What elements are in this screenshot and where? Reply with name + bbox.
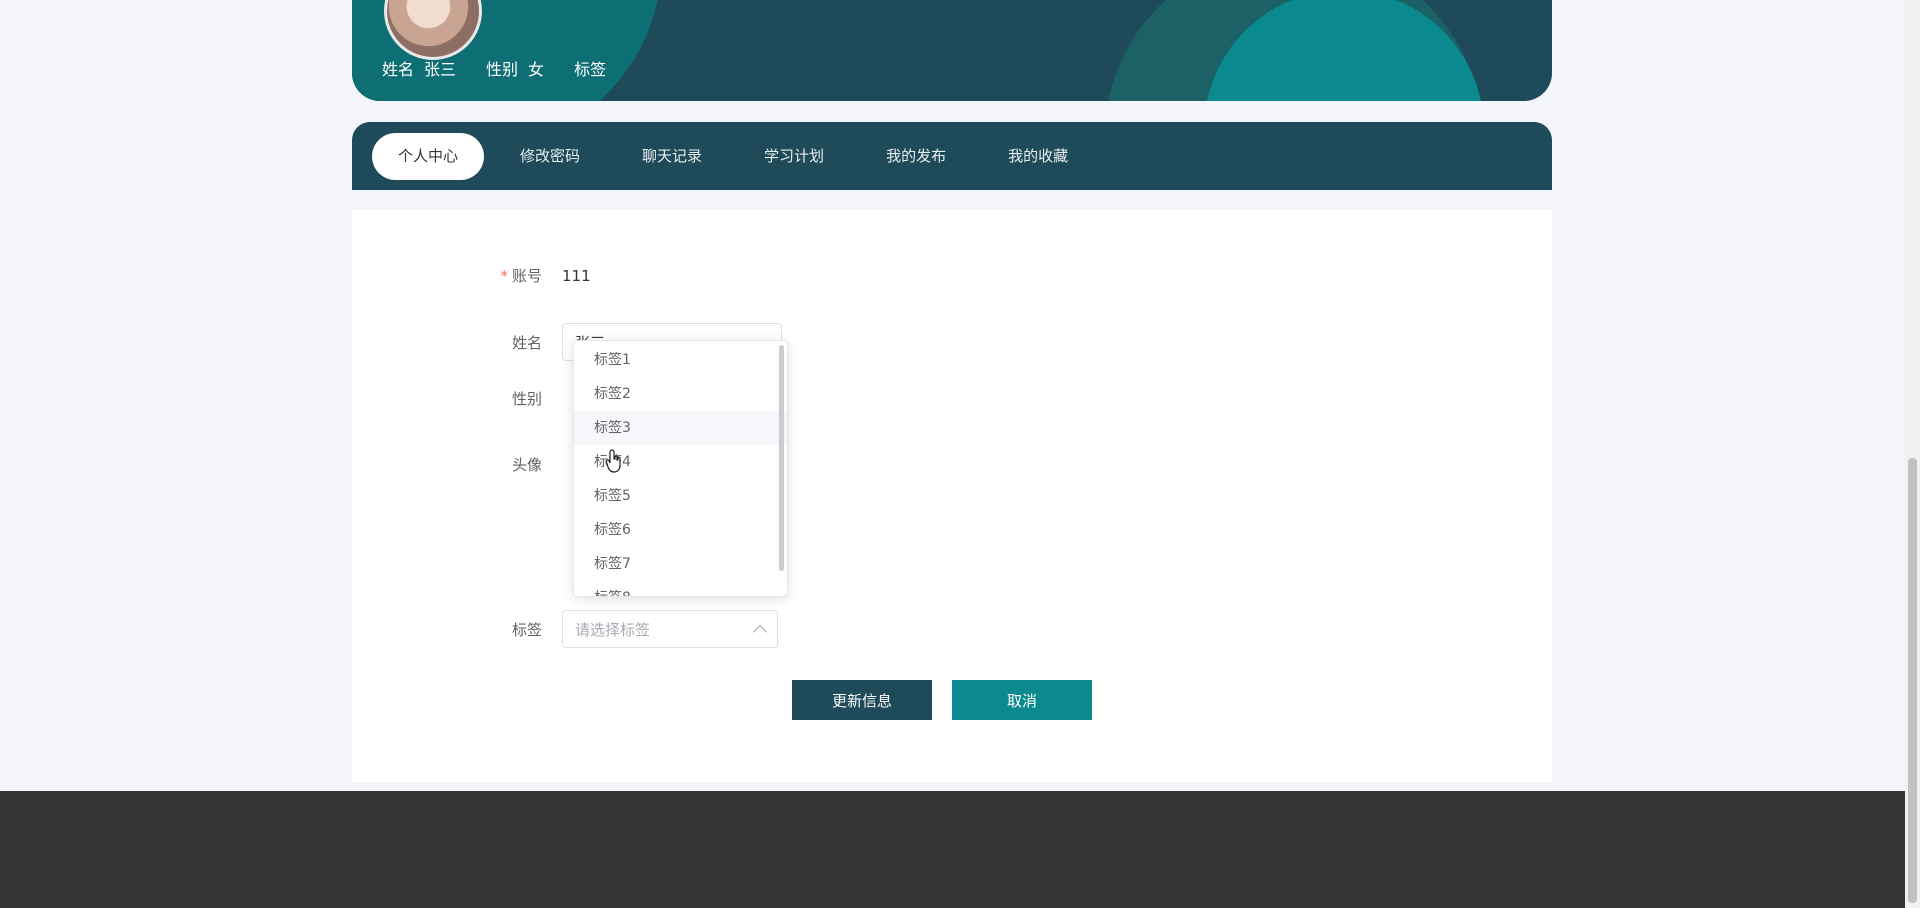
avatar-row: 头像 (352, 454, 562, 475)
page-scrollbar[interactable] (1905, 0, 1920, 908)
dropdown-option[interactable]: 标签2 (574, 377, 787, 411)
profile-name-value: 张三 (424, 60, 457, 79)
form-actions: 更新信息 取消 (792, 680, 1092, 720)
account-label-text: 账号 (511, 267, 542, 285)
profile-info: 姓名 张三 性别女 标签 (382, 56, 606, 80)
tags-select-placeholder: 请选择标签 (575, 620, 651, 639)
dropdown-option[interactable]: 标签1 (574, 343, 787, 377)
tab-chat-history[interactable]: 聊天记录 (616, 133, 728, 180)
tab-personal-center[interactable]: 个人中心 (372, 132, 485, 180)
account-label: * 账号 (352, 265, 562, 286)
tags-row: 标签 请选择标签 (352, 610, 778, 648)
account-value: 111 (562, 266, 591, 285)
dropdown-option[interactable]: 标签8 (574, 581, 787, 596)
tags-label: 标签 (511, 620, 542, 639)
profile-form: *账号 111 姓名 张三 性别 头像 标签 请选择标签 更新信息 取消 (352, 210, 1552, 782)
gender-row: 性别 (352, 388, 562, 409)
hand-cursor-icon (606, 449, 621, 473)
tab-my-posts[interactable]: 我的发布 (860, 133, 972, 180)
profile-gender-label: 性别 (486, 60, 519, 79)
account-row: * 账号 111 (352, 265, 591, 286)
tab-my-favorites[interactable]: 我的收藏 (982, 133, 1094, 180)
required-mark: * (500, 267, 508, 285)
profile-name: 姓名 张三 (382, 56, 456, 80)
tab-change-password[interactable]: 修改密码 (494, 133, 606, 180)
dropdown-option[interactable]: 标签6 (574, 513, 787, 547)
profile-tags-label: 标签 (574, 60, 607, 79)
dropdown-option[interactable]: 标签7 (574, 547, 787, 581)
gender-label: 性别 (511, 390, 542, 408)
profile-gender-value: 女 (528, 60, 545, 79)
page-scrollbar-thumb[interactable] (1908, 458, 1917, 903)
avatar-label: 头像 (511, 456, 542, 474)
tab-bar: 个人中心 修改密码 聊天记录 学习计划 我的发布 我的收藏 (352, 122, 1552, 190)
cancel-button[interactable]: 取消 (952, 680, 1092, 720)
dropdown-option[interactable]: 标签3 (574, 411, 787, 445)
update-info-button[interactable]: 更新信息 (792, 680, 932, 720)
name-label: 姓名 (511, 333, 542, 352)
profile-tags: 标签 (574, 56, 606, 80)
dropdown-scrollbar[interactable] (779, 345, 784, 571)
profile-banner: 姓名 张三 性别女 标签 (352, 0, 1552, 101)
dropdown-option[interactable]: 标签5 (574, 479, 787, 513)
tags-select[interactable]: 请选择标签 (562, 610, 778, 648)
chevron-up-icon (752, 624, 768, 639)
page-footer (0, 791, 1905, 908)
profile-gender: 性别女 (486, 56, 544, 80)
profile-name-label: 姓名 (382, 60, 415, 79)
tab-study-plan[interactable]: 学习计划 (738, 133, 850, 180)
